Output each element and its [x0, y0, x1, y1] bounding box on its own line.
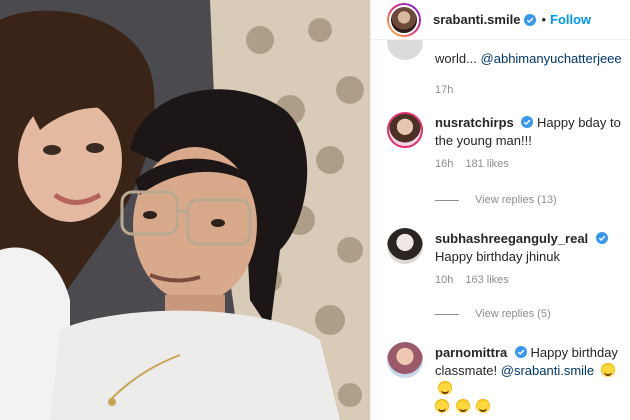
smile-emoji-icon	[600, 363, 615, 377]
view-replies-button[interactable]: View replies (5)	[435, 308, 551, 320]
smile-emoji-icon	[435, 399, 449, 413]
verified-badge-icon	[521, 116, 534, 128]
instagram-post-view: srabanti.smile • Follow world... @abhima…	[0, 0, 630, 420]
commenter-avatar[interactable]	[387, 112, 423, 148]
verified-badge-icon	[514, 346, 527, 358]
comment-text: world... @abhimanyuchatterjeee	[435, 51, 622, 66]
author-avatar[interactable]	[387, 2, 421, 37]
smile-emoji-icon	[476, 399, 491, 413]
comment-time[interactable]: 10h	[435, 274, 453, 286]
comment-meta: 10h 163 likes	[435, 274, 623, 286]
comment-mention[interactable]: @abhimanyuchatterjeee	[481, 51, 622, 66]
commenter-username[interactable]: parnomittra	[435, 345, 507, 360]
follow-button[interactable]: Follow	[550, 12, 591, 27]
comment-meta: 16h 181 likes	[435, 158, 623, 170]
view-replies-button[interactable]: View replies (13)	[435, 194, 557, 206]
comment-time[interactable]: 16h	[435, 158, 453, 170]
comment-item: world... @abhimanyuchatterjeee 17h	[387, 24, 623, 96]
post-header: srabanti.smile • Follow	[371, 0, 630, 40]
comment-mention[interactable]: @srabanti.smile	[501, 363, 594, 378]
smile-emoji-icon	[438, 381, 452, 395]
replies-line	[435, 199, 459, 201]
comment-text: nusratchirps Happy bday to the young man…	[435, 115, 621, 148]
smile-emoji-icon	[455, 399, 470, 413]
post-photo	[0, 0, 370, 420]
comment-item: subhashreeganguly_real Happy birthday jh…	[387, 228, 623, 286]
author-username[interactable]: srabanti.smile	[433, 12, 520, 27]
comment-likes[interactable]: 181 likes	[465, 158, 508, 170]
view-replies-label: View replies (5)	[475, 308, 551, 320]
comment-text: subhashreeganguly_real Happy birthday jh…	[435, 230, 623, 266]
post-photo-illustration	[0, 0, 370, 420]
comment-item: nusratchirps Happy bday to the young man…	[387, 112, 623, 170]
comment-text: parnomittra Happy birthday classmate! @s…	[435, 344, 623, 416]
comment-time[interactable]: 17h	[435, 84, 453, 96]
comments-panel: srabanti.smile • Follow world... @abhima…	[370, 0, 630, 420]
comment-item: parnomittra Happy birthday classmate! @s…	[387, 342, 623, 416]
header-separator: •	[541, 12, 546, 27]
comment-meta: 17h	[435, 84, 623, 96]
commenter-avatar[interactable]	[387, 228, 423, 264]
comment-likes[interactable]: 163 likes	[465, 274, 508, 286]
commenter-avatar[interactable]	[387, 342, 423, 378]
view-replies-label: View replies (13)	[475, 194, 557, 206]
commenter-username[interactable]: nusratchirps	[435, 115, 514, 130]
verified-badge-icon	[524, 13, 537, 26]
verified-badge-icon	[595, 232, 608, 244]
replies-line	[435, 313, 459, 315]
commenter-username[interactable]: subhashreeganguly_real	[435, 231, 588, 246]
